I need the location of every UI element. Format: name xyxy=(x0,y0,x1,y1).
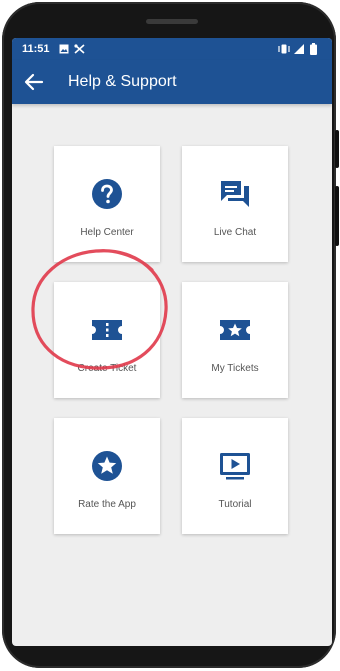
app-bar: Help & Support xyxy=(12,60,332,104)
chat-icon xyxy=(221,181,249,207)
battery-icon xyxy=(310,43,317,55)
phone-frame: 11:51 Help & Support Help Center Live Ch… xyxy=(2,2,339,668)
create-ticket-tile[interactable]: Create Ticket xyxy=(54,282,160,398)
tile-label: Help Center xyxy=(80,227,134,238)
tile-label: Tutorial xyxy=(218,499,252,510)
tools-notification-icon xyxy=(74,44,85,54)
power-button xyxy=(335,186,339,246)
star-circle-icon xyxy=(92,451,122,481)
live-chat-tile[interactable]: Live Chat xyxy=(182,146,288,262)
arrow-left-icon[interactable] xyxy=(22,70,46,94)
my-tickets-tile[interactable]: My Tickets xyxy=(182,282,288,398)
image-notification-icon xyxy=(59,44,69,54)
tile-label: Live Chat xyxy=(213,227,257,238)
ticket-icon xyxy=(92,320,122,340)
play-screen-icon xyxy=(220,453,250,480)
ticket-star-icon xyxy=(220,320,250,340)
help-circle-icon xyxy=(92,179,122,209)
vibrate-icon xyxy=(278,44,290,54)
phone-speaker xyxy=(146,19,198,24)
tile-label: Create Ticket xyxy=(77,363,137,374)
rate-app-tile[interactable]: Rate the App xyxy=(54,418,160,534)
status-time: 11:51 xyxy=(22,43,50,55)
tile-label: My Tickets xyxy=(211,363,259,374)
signal-icon xyxy=(294,44,304,54)
status-bar: 11:51 xyxy=(12,38,332,60)
tile-label: Rate the App xyxy=(78,499,136,510)
tutorial-tile[interactable]: Tutorial xyxy=(182,418,288,534)
screen: 11:51 Help & Support Help Center Live Ch… xyxy=(12,38,332,646)
volume-button xyxy=(335,130,339,168)
help-center-tile[interactable]: Help Center xyxy=(54,146,160,262)
page-title: Help & Support xyxy=(68,73,177,90)
